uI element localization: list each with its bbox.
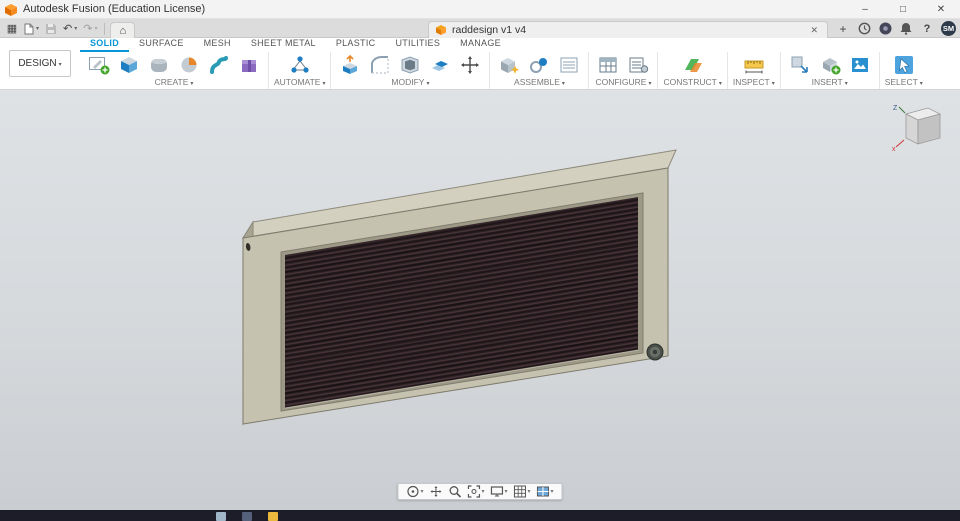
press-pull-tool[interactable] [336, 52, 364, 77]
bell-icon[interactable] [899, 22, 913, 35]
tab-close-icon[interactable]: ✕ [807, 25, 821, 36]
group-label-assemble[interactable]: ASSEMBLE [495, 77, 583, 89]
quick-access-toolbar: ▦ ↶ ↷ ⌂ [4, 19, 136, 38]
save-icon [46, 23, 57, 34]
save-button[interactable] [43, 20, 59, 37]
rigid-group-tool[interactable] [555, 52, 583, 77]
window-controls: – □ ✕ [846, 0, 960, 18]
group-label-create[interactable]: CREATE [85, 77, 263, 89]
group-label-configure[interactable]: CONFIGURE [594, 77, 652, 89]
automate-tool[interactable] [286, 52, 314, 77]
view-cube[interactable]: Z x [890, 100, 948, 153]
shell-tool[interactable] [396, 52, 424, 77]
new-component-tool[interactable] [495, 52, 523, 77]
tab-solid[interactable]: SOLID [80, 38, 130, 52]
viewcube-z-label: Z [893, 105, 898, 112]
ribbon-group-construct: CONSTRUCT [658, 52, 728, 89]
tab-sheet-metal[interactable]: SHEET METAL [241, 38, 326, 52]
configure-features-tool[interactable] [624, 52, 652, 77]
undo-button[interactable]: ↶ [61, 20, 79, 37]
configuration-table-tool[interactable] [594, 52, 622, 77]
group-label-inspect[interactable]: INSPECT [733, 77, 775, 89]
redo-button[interactable]: ↷ [81, 20, 99, 37]
combine-tool[interactable] [426, 52, 454, 77]
radiator-model[interactable] [0, 90, 960, 510]
pan-icon[interactable] [429, 485, 442, 498]
group-label-select[interactable]: SELECT [885, 77, 923, 89]
tab-strip: ▦ ↶ ↷ ⌂ raddesign v1 v4 ✕ + ? SM [0, 19, 960, 38]
file-icon [24, 23, 34, 34]
canvas-tool[interactable] [846, 52, 874, 77]
grid-and-snaps-icon[interactable]: ▾ [514, 485, 531, 498]
notification-center-icon[interactable] [878, 22, 892, 35]
ribbon-group-create: CREATE [80, 52, 269, 89]
coil-tool[interactable] [235, 52, 263, 77]
ribbon-group-modify: MODIFY [331, 52, 491, 89]
job-status-icon[interactable] [857, 22, 871, 35]
help-icon[interactable]: ? [920, 23, 934, 35]
create-form-tool[interactable] [145, 52, 173, 77]
navigation-toolbar: ▾ ▾ ▾ ▾ ▾ [397, 483, 563, 500]
new-tab-button[interactable]: + [836, 22, 850, 36]
taskbar-app-icon[interactable] [242, 512, 252, 521]
orbit-icon[interactable]: ▾ [406, 485, 423, 498]
window-titlebar: Autodesk Fusion (Education License) – □ … [0, 0, 960, 19]
maximize-button[interactable]: □ [884, 0, 922, 18]
group-label-automate[interactable]: AUTOMATE [274, 77, 325, 89]
toolbar-divider [104, 22, 106, 35]
fusion-logo-icon [5, 3, 17, 16]
ribbon-group-insert: INSERT [781, 52, 880, 89]
minimize-button[interactable]: – [846, 0, 884, 18]
create-sketch-tool[interactable] [85, 52, 113, 77]
display-settings-icon[interactable]: ▾ [490, 485, 508, 498]
tab-manage[interactable]: MANAGE [450, 38, 511, 52]
group-label-insert[interactable]: INSERT [786, 77, 874, 89]
document-cube-icon [436, 25, 446, 35]
viewcube-x-label: x [892, 146, 896, 152]
viewports-icon[interactable]: ▾ [537, 485, 554, 498]
ribbon-group-select: SELECT [880, 52, 928, 89]
extrude-tool[interactable] [115, 52, 143, 77]
window-title: Autodesk Fusion (Education License) [23, 3, 206, 15]
tab-mesh[interactable]: MESH [194, 38, 241, 52]
insert-derive-tool[interactable] [786, 52, 814, 77]
taskbar-app-icon[interactable] [216, 512, 226, 521]
select-tool[interactable] [890, 52, 918, 77]
windows-taskbar[interactable] [0, 510, 960, 521]
close-button[interactable]: ✕ [922, 0, 960, 18]
tab-plastic[interactable]: PLASTIC [326, 38, 386, 52]
insert-mesh-tool[interactable] [816, 52, 844, 77]
fillet-tool[interactable] [366, 52, 394, 77]
taskbar-folder-icon[interactable] [268, 512, 278, 521]
account-avatar[interactable]: SM [941, 21, 956, 36]
ribbon-tab-bar: SOLID SURFACE MESH SHEET METAL PLASTIC U… [80, 38, 960, 52]
sweep-tool[interactable] [205, 52, 233, 77]
zoom-icon[interactable] [448, 485, 462, 498]
ribbon-group-configure: CONFIGURE [589, 52, 659, 89]
revolve-tool[interactable] [175, 52, 203, 77]
move-copy-tool[interactable] [456, 52, 484, 77]
viewport-canvas[interactable]: Z x ▾ ▾ ▾ ▾ ▾ [0, 90, 960, 510]
ribbon-group-automate: AUTOMATE [269, 52, 332, 89]
tab-utilities[interactable]: UTILITIES [385, 38, 450, 52]
tab-strip-right-icons: + ? SM [836, 19, 956, 38]
ribbon-group-assemble: ASSEMBLE [490, 52, 590, 89]
fit-icon[interactable]: ▾ [467, 485, 484, 498]
group-label-construct[interactable]: CONSTRUCT [663, 77, 721, 89]
joint-tool[interactable] [525, 52, 553, 77]
tab-surface[interactable]: SURFACE [129, 38, 194, 52]
measure-tool[interactable] [740, 52, 768, 77]
file-menu-button[interactable] [22, 20, 41, 37]
group-label-modify[interactable]: MODIFY [336, 77, 484, 89]
app-grid-icon[interactable]: ▦ [4, 20, 20, 37]
ribbon-group-inspect: INSPECT [728, 52, 781, 89]
ribbon-tool-groups: CREATE AUTOMATE [80, 52, 960, 89]
ribbon-toolbar: DESIGN SOLID SURFACE MESH SHEET METAL PL… [0, 38, 960, 90]
document-tab-title: raddesign v1 v4 [452, 24, 527, 36]
document-tab[interactable]: raddesign v1 v4 ✕ [428, 21, 828, 38]
construction-plane-tool[interactable] [679, 52, 707, 77]
home-button[interactable]: ⌂ [110, 22, 136, 38]
design-workspace-selector[interactable]: DESIGN [9, 50, 71, 77]
